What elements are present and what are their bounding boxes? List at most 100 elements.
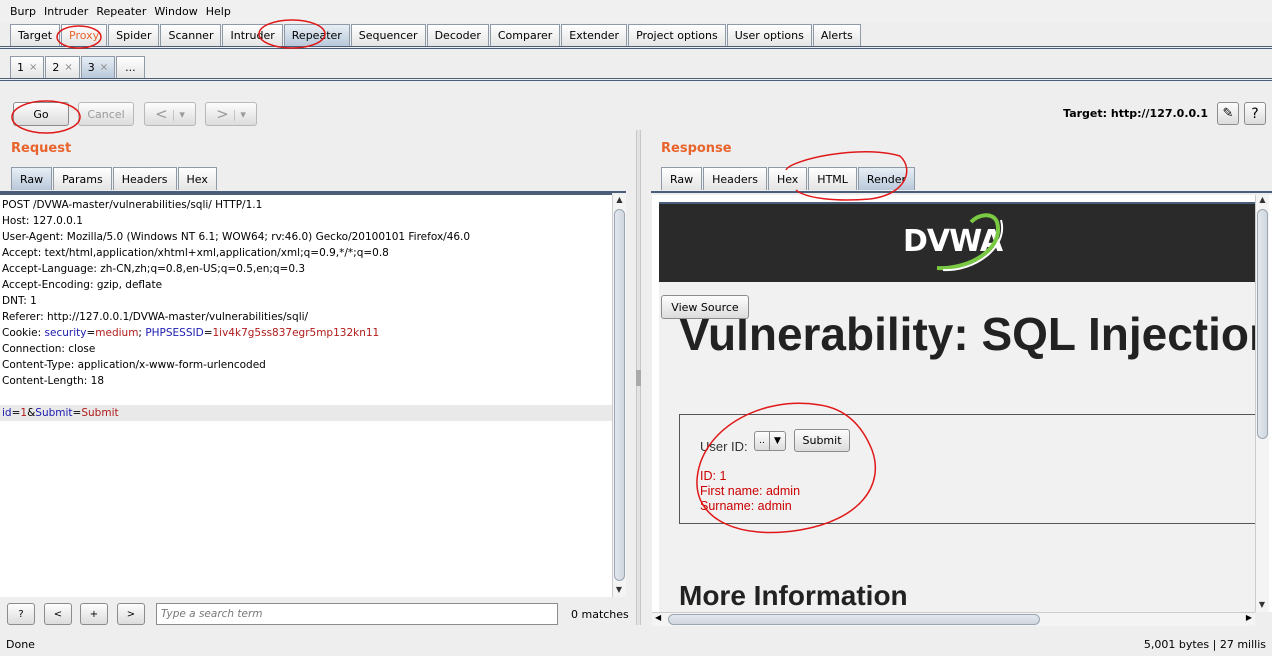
- tab-repeater[interactable]: Repeater: [283, 24, 350, 46]
- menu-window[interactable]: Window: [154, 5, 197, 18]
- tab-render[interactable]: Render: [857, 167, 916, 190]
- scroll-thumb[interactable]: [1257, 209, 1268, 439]
- tab-target[interactable]: Target: [10, 24, 61, 46]
- chevron-down-icon: ▼: [769, 432, 785, 450]
- menu-burp[interactable]: Burp: [10, 5, 36, 18]
- help-button[interactable]: ?: [1244, 102, 1266, 125]
- scroll-up-icon[interactable]: ▲: [613, 195, 626, 207]
- cancel-button[interactable]: Cancel: [78, 102, 134, 126]
- search-next-button[interactable]: >: [117, 603, 145, 625]
- repeater-tab-bar: 1 × 2 × 3 × ...: [0, 56, 1272, 81]
- tab-extender[interactable]: Extender: [561, 24, 628, 46]
- search-matches: 0 matches: [571, 608, 629, 621]
- tab-decoder[interactable]: Decoder: [426, 24, 489, 46]
- menu-repeater[interactable]: Repeater: [96, 5, 146, 18]
- select-value: ..: [759, 436, 765, 446]
- menu-intruder[interactable]: Intruder: [44, 5, 88, 18]
- request-line: Host: 127.0.0.1: [2, 215, 83, 227]
- menu-help[interactable]: Help: [206, 5, 231, 18]
- repeater-tab-new[interactable]: ...: [116, 56, 145, 78]
- param-value: Submit: [81, 407, 119, 419]
- scroll-right-icon[interactable]: ▶: [1246, 613, 1252, 622]
- tab-comparer[interactable]: Comparer: [489, 24, 561, 46]
- tab-project-options[interactable]: Project options: [628, 24, 726, 46]
- status-right: 5,001 bytes | 27 millis: [1143, 637, 1266, 651]
- request-line: Content-Length: 18: [2, 375, 105, 387]
- view-source-button[interactable]: View Source: [661, 295, 749, 319]
- request-title: Request: [11, 141, 72, 156]
- response-hscrollbar[interactable]: ◀ ▶: [652, 612, 1255, 626]
- cookie-key: security: [44, 327, 87, 339]
- result-surname: Surname: admin: [700, 499, 792, 513]
- edit-target-button[interactable]: ✎: [1217, 102, 1239, 125]
- submit-button[interactable]: Submit: [794, 429, 850, 452]
- tab-headers[interactable]: Headers: [112, 167, 177, 190]
- request-editor[interactable]: POST /DVWA-master/vulnerabilities/sqli/ …: [0, 193, 612, 597]
- cookie-prefix: Cookie:: [2, 327, 45, 339]
- tab-html[interactable]: HTML: [808, 167, 857, 190]
- param-key: id: [2, 407, 12, 419]
- cookie-value: 1iv4k7g5ss837egr5mp132kn11: [212, 327, 380, 339]
- search-input[interactable]: [156, 603, 558, 625]
- go-button[interactable]: Go: [13, 102, 69, 126]
- search-help-button[interactable]: ?: [7, 603, 35, 625]
- tab-hex[interactable]: Hex: [767, 167, 808, 190]
- tab-scanner[interactable]: Scanner: [160, 24, 222, 46]
- response-title: Response: [661, 141, 732, 156]
- search-add-button[interactable]: +: [80, 603, 108, 625]
- scroll-left-icon[interactable]: ◀: [655, 613, 661, 622]
- user-id-label: User ID:: [700, 439, 748, 454]
- repeater-tab-2[interactable]: 2 ×: [45, 56, 80, 78]
- tab-raw[interactable]: Raw: [11, 167, 53, 190]
- result-id: ID: 1: [700, 469, 727, 483]
- request-line: Connection: close: [2, 343, 96, 355]
- status-left: Done: [6, 637, 35, 651]
- tab-sequencer[interactable]: Sequencer: [350, 24, 426, 46]
- page-title: Vulnerability: SQL Injection: [679, 308, 1255, 360]
- tab-headers[interactable]: Headers: [703, 167, 767, 190]
- tab-params[interactable]: Params: [53, 167, 112, 190]
- history-back-button[interactable]: < | ▾: [144, 102, 196, 126]
- tab-user-options[interactable]: User options: [726, 24, 812, 46]
- repeater-tab-1[interactable]: 1 ×: [10, 56, 45, 78]
- request-line: Accept-Encoding: gzip, deflate: [2, 279, 163, 291]
- tab-intruder[interactable]: Intruder: [222, 24, 283, 46]
- request-view-tabs: Raw Params Headers Hex: [11, 167, 218, 190]
- scroll-up-icon[interactable]: ▲: [1256, 195, 1269, 207]
- response-tab-underline: [651, 190, 1272, 193]
- query-result: ID: 1 First name: admin Surname: admin: [700, 469, 800, 514]
- chevron-down-icon: ▾: [179, 107, 185, 121]
- tab-proxy[interactable]: Proxy: [61, 24, 108, 46]
- history-forward-button[interactable]: > | ▾: [205, 102, 257, 126]
- chevron-left-icon: <: [155, 105, 168, 123]
- close-icon[interactable]: ×: [64, 62, 72, 73]
- chevron-right-icon: >: [216, 105, 229, 123]
- cookie-key: PHPSESSID: [145, 327, 204, 339]
- cookie-value: medium: [95, 327, 139, 339]
- tab-hex[interactable]: Hex: [177, 167, 217, 190]
- search-prev-button[interactable]: <: [44, 603, 72, 625]
- tab-alerts[interactable]: Alerts: [812, 24, 861, 46]
- cookie-line: Cookie: security=medium; PHPSESSID=1iv4k…: [0, 325, 612, 341]
- dvwa-header: DVWA: [659, 204, 1255, 282]
- close-icon[interactable]: ×: [100, 62, 108, 73]
- cookie-eq: =: [86, 327, 96, 339]
- tab-spider[interactable]: Spider: [108, 24, 160, 46]
- request-line: DNT: 1: [2, 295, 37, 307]
- request-line: Referer: http://127.0.0.1/DVWA-master/vu…: [2, 311, 309, 323]
- user-id-select[interactable]: .. ▼: [754, 431, 786, 451]
- request-scrollbar[interactable]: ▲ ▼: [612, 195, 626, 597]
- split-grip[interactable]: [636, 370, 641, 386]
- close-icon[interactable]: ×: [29, 62, 37, 73]
- main-tab-bar: Target Proxy Spider Scanner Intruder Rep…: [0, 24, 1272, 49]
- scroll-down-icon[interactable]: ▼: [613, 585, 625, 597]
- response-scrollbar[interactable]: ▲ ▼: [1255, 195, 1269, 612]
- scroll-thumb[interactable]: [614, 209, 625, 581]
- repeater-tab-3[interactable]: 3 ×: [80, 56, 116, 78]
- request-line: Content-Type: application/x-www-form-url…: [2, 359, 266, 371]
- request-body-line: id=1&Submit=Submit: [0, 405, 612, 421]
- tab-raw[interactable]: Raw: [661, 167, 703, 190]
- scroll-down-icon[interactable]: ▼: [1256, 600, 1268, 612]
- scroll-thumb[interactable]: [668, 614, 1040, 625]
